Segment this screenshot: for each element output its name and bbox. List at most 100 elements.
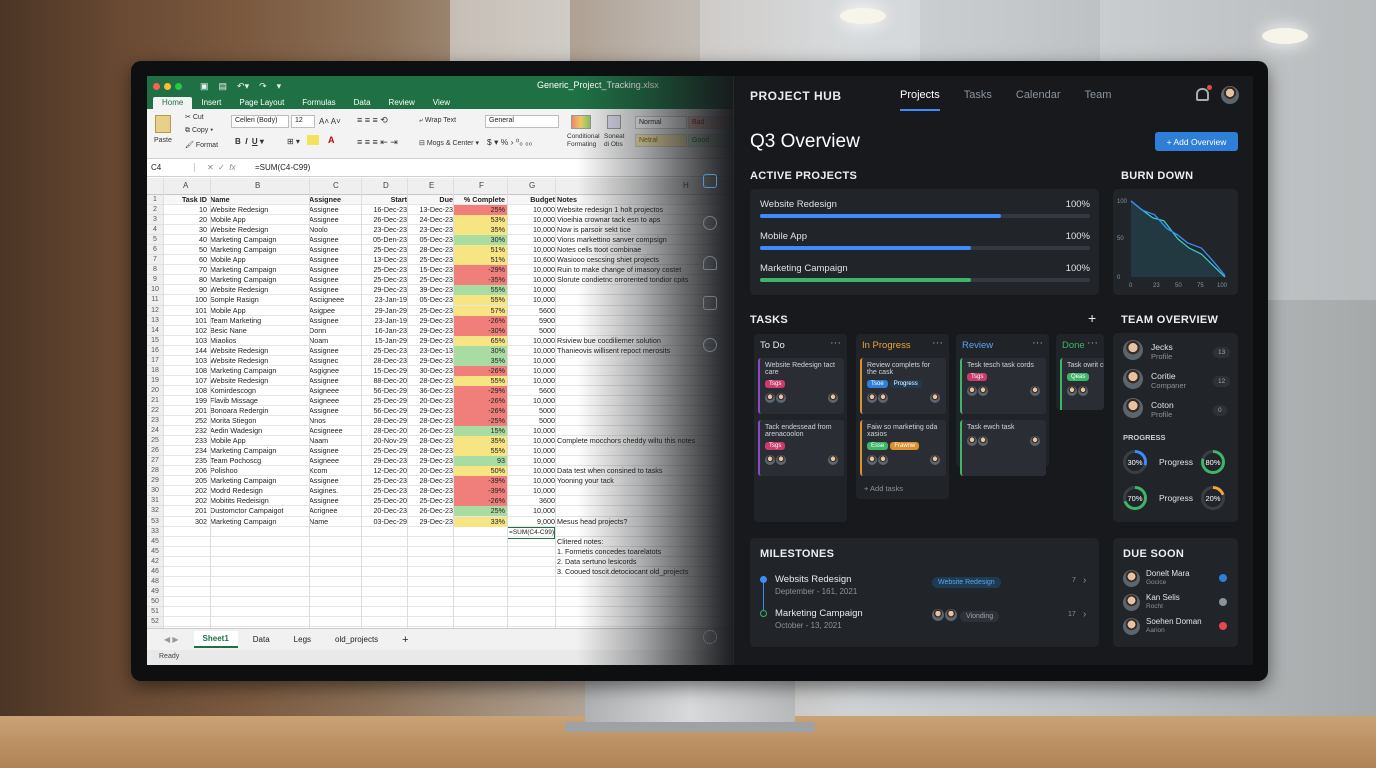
sheet-tab-data[interactable]: Data bbox=[244, 632, 279, 647]
cell[interactable]: 25% bbox=[453, 205, 507, 216]
column-title[interactable]: Notes bbox=[557, 195, 733, 205]
cell[interactable]: -30% bbox=[453, 325, 507, 336]
cell[interactable]: 28-Dec-23 bbox=[361, 356, 407, 366]
cell[interactable]: 65% bbox=[453, 335, 507, 346]
cell[interactable]: Assignee bbox=[309, 346, 361, 356]
save-icon[interactable]: ▤ bbox=[219, 81, 228, 92]
align-left-buttons[interactable]: ≡ ≡ ≡ ⇤ ⇥ bbox=[357, 137, 398, 148]
cell[interactable]: Website Redesign bbox=[210, 376, 307, 386]
cell[interactable]: 53% bbox=[453, 215, 507, 226]
cell[interactable]: 55% bbox=[453, 285, 507, 296]
column-title[interactable]: Name bbox=[210, 195, 307, 205]
cell[interactable]: Modrd Redesign bbox=[210, 486, 307, 496]
task-card[interactable]: Website Redesign tact care Tsgs bbox=[758, 358, 844, 414]
tab-home[interactable]: Home bbox=[153, 97, 193, 109]
users-icon[interactable] bbox=[703, 256, 717, 270]
cell[interactable]: 93 bbox=[453, 456, 507, 467]
cell[interactable]: Kcom bbox=[309, 466, 361, 476]
cell[interactable]: 26-Dec-23 bbox=[361, 215, 407, 225]
task-card[interactable]: Tack endessead from arenacoolon Tsgs bbox=[758, 420, 844, 476]
clock-icon[interactable] bbox=[703, 216, 717, 230]
conditional-formatting-icon[interactable] bbox=[571, 115, 591, 129]
cell[interactable]: 57% bbox=[453, 305, 507, 316]
cell[interactable]: -26% bbox=[453, 405, 507, 416]
nav-tasks[interactable]: Tasks bbox=[964, 89, 992, 111]
cell[interactable]: 10,000 bbox=[507, 456, 555, 466]
spreadsheet-grid[interactable]: A B C D E F G H 1 2 3 4 5 6 7 8 9 10 11 12 13 14 15 16 1… bbox=[147, 178, 733, 628]
cell[interactable]: 29-Dec-23 bbox=[407, 517, 453, 527]
cell[interactable]: 05-Dec-23 bbox=[407, 235, 453, 245]
cell[interactable]: Marketing Campaign bbox=[210, 265, 307, 275]
cell[interactable]: 23-Dec-23 bbox=[361, 225, 407, 235]
task-card[interactable]: Task owrit compiarts Qeas bbox=[1060, 358, 1104, 410]
cell[interactable]: Website Redesign bbox=[210, 285, 307, 295]
cell[interactable]: 50% bbox=[453, 466, 507, 477]
cell[interactable]: Donn bbox=[309, 326, 361, 336]
cell[interactable]: Marketing Campaign bbox=[210, 275, 307, 285]
cell[interactable]: 20 bbox=[163, 215, 207, 225]
cell[interactable]: 25-Dec-23 bbox=[407, 255, 453, 265]
cell[interactable]: Komirdescogn bbox=[210, 386, 307, 396]
cell[interactable]: 51% bbox=[453, 245, 507, 256]
cell[interactable]: 26-Dec-23 bbox=[407, 506, 453, 516]
cell[interactable]: Assignee bbox=[309, 275, 361, 285]
cell[interactable]: 16-Jan-23 bbox=[361, 326, 407, 336]
cell[interactable]: 90 bbox=[163, 285, 207, 295]
column-header-e[interactable]: E bbox=[429, 181, 434, 190]
cell[interactable]: 10,000 bbox=[507, 426, 555, 436]
cell[interactable]: Website Redesign bbox=[210, 356, 307, 366]
due-name[interactable]: Donelt Mara bbox=[1146, 569, 1190, 578]
cell[interactable]: 30-Dec-23 bbox=[407, 366, 453, 376]
merge-center-button[interactable]: ⊟ Mogs & Center ▾ bbox=[419, 139, 479, 147]
cell[interactable]: 10,000 bbox=[507, 436, 555, 446]
borders-button[interactable]: ⊞ ▾ bbox=[287, 137, 300, 146]
cell[interactable]: 235 bbox=[163, 456, 207, 466]
style-normal[interactable]: Normal bbox=[635, 116, 687, 129]
cell[interactable]: 10,000 bbox=[507, 466, 555, 476]
style-neutral[interactable]: Netral bbox=[635, 134, 687, 147]
cell[interactable]: 33% bbox=[453, 516, 507, 527]
cell[interactable]: 10 bbox=[163, 205, 207, 215]
sidebar-icon[interactable]: ▣ bbox=[200, 81, 209, 92]
wrap-text-button[interactable]: ⤶ Wrap Text bbox=[419, 117, 456, 125]
cell[interactable]: 20-Dec-23 bbox=[407, 396, 453, 406]
cell[interactable]: Asigines. bbox=[309, 486, 361, 496]
cell[interactable]: 16-Dec-23 bbox=[361, 205, 407, 215]
cell[interactable]: 88-Dec-20 bbox=[361, 376, 407, 386]
project-row[interactable]: Website Redesign 100% bbox=[760, 199, 1090, 218]
cell[interactable]: Marketing Campaign bbox=[210, 517, 307, 527]
column-menu-icon[interactable]: ··· bbox=[830, 337, 841, 349]
redo-icon[interactable]: ↷ bbox=[259, 81, 267, 92]
project-row[interactable]: Marketing Campaign 100% bbox=[760, 263, 1090, 282]
cell[interactable]: Assignee bbox=[309, 406, 361, 416]
cell[interactable]: 25-Dec-23 bbox=[407, 306, 453, 316]
format-table-icon[interactable] bbox=[607, 115, 621, 129]
cell[interactable]: 1. Formetis concedes toarelatots bbox=[557, 547, 733, 557]
cell[interactable]: Assignee bbox=[309, 255, 361, 265]
copy-button[interactable]: ⧉ Copy ▾ bbox=[185, 127, 213, 135]
team-member-avatar[interactable] bbox=[1123, 369, 1143, 389]
cell[interactable]: Noolo bbox=[309, 225, 361, 235]
cut-button[interactable]: ✂ Cut bbox=[185, 113, 204, 121]
cell[interactable]: 80 bbox=[163, 275, 207, 285]
cell[interactable]: 10,000 bbox=[507, 356, 555, 366]
cell[interactable]: 10,000 bbox=[507, 245, 555, 255]
cell[interactable]: 28-Dec-23 bbox=[407, 376, 453, 386]
cell[interactable]: 15-Jan-29 bbox=[361, 336, 407, 346]
cell[interactable]: 29-Dec-23 bbox=[407, 316, 453, 326]
cell[interactable]: Assignee bbox=[309, 235, 361, 245]
minimize-window-button[interactable] bbox=[164, 82, 171, 90]
cell[interactable]: Complete mocchors cheddy wiltu this note… bbox=[557, 436, 733, 446]
cell[interactable]: 28-Dec-29 bbox=[361, 416, 407, 426]
cell[interactable]: 55% bbox=[453, 375, 507, 386]
add-task-link[interactable]: + Add tasks bbox=[864, 484, 903, 493]
cell[interactable]: 302 bbox=[163, 517, 207, 527]
number-format-select[interactable]: General bbox=[485, 115, 559, 128]
cell[interactable]: Vions markettino sanver compsign bbox=[557, 235, 733, 245]
cell[interactable]: 202 bbox=[163, 496, 207, 506]
cell[interactable]: 35% bbox=[453, 355, 507, 366]
cell[interactable]: 101 bbox=[163, 316, 207, 326]
cell[interactable]: 100 bbox=[163, 295, 207, 305]
column-title[interactable]: Task ID bbox=[163, 195, 207, 205]
cell[interactable]: 10,000 bbox=[507, 275, 555, 285]
